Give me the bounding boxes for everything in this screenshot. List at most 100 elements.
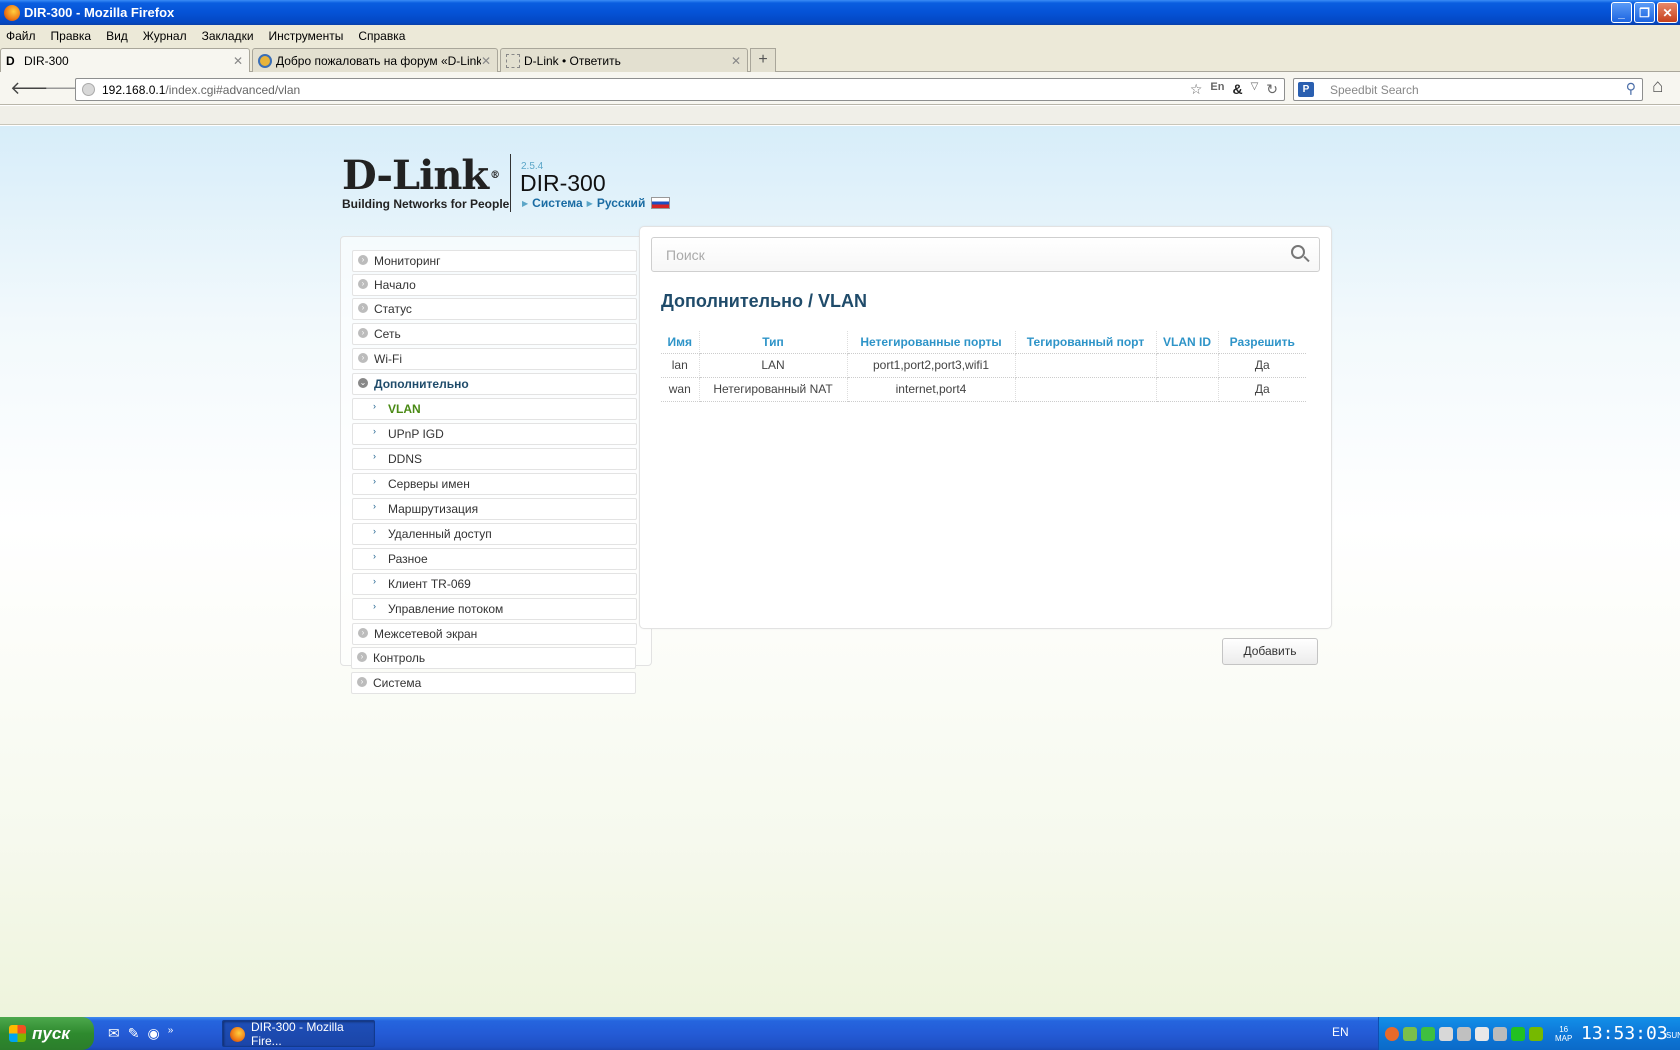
- sidebar-item-monitoring[interactable]: › Мониторинг: [352, 250, 637, 272]
- menu-edit[interactable]: Правка: [51, 29, 92, 43]
- sidebar-item-control[interactable]: › Контроль: [351, 647, 636, 669]
- ampersand-icon[interactable]: &: [1232, 81, 1242, 98]
- chevron-right-icon: ›: [373, 576, 376, 586]
- column-header-untagged-ports[interactable]: Нетегированные порты: [847, 331, 1016, 354]
- menu-help[interactable]: Справка: [358, 29, 405, 43]
- bookmark-star-icon[interactable]: ☆: [1190, 81, 1203, 98]
- url-bar[interactable]: 192.168.0.1/index.cgi#advanced/vlan ☆ En…: [75, 78, 1285, 101]
- tray-speaker-icon[interactable]: [1493, 1026, 1507, 1041]
- system-link[interactable]: Система: [532, 196, 583, 210]
- russian-flag-icon[interactable]: [651, 197, 671, 209]
- dropdown-icon[interactable]: ▽: [1251, 81, 1259, 98]
- sidebar-item-remote-access[interactable]: › Удаленный доступ: [352, 523, 637, 545]
- dlink-logo[interactable]: D-Link ® Building Networks for People: [342, 156, 510, 212]
- reload-icon[interactable]: ↻: [1266, 81, 1278, 98]
- maximize-button[interactable]: ❐: [1634, 2, 1655, 23]
- chevron-right-icon: ›: [357, 677, 367, 687]
- start-button[interactable]: пуск: [0, 1017, 94, 1050]
- sidebar-item-system[interactable]: › Система: [351, 672, 636, 694]
- sidebar-item-firewall[interactable]: › Межсетевой экран: [352, 623, 637, 645]
- column-header-type[interactable]: Тип: [699, 331, 848, 354]
- column-header-vlan-id[interactable]: VLAN ID: [1156, 331, 1219, 354]
- firefox-icon: [230, 1027, 245, 1042]
- sidebar-item-status[interactable]: › Статус: [352, 298, 637, 320]
- search-engine-icon[interactable]: P: [1298, 82, 1314, 97]
- clock[interactable]: 13:53:03: [1581, 1023, 1668, 1044]
- close-window-button[interactable]: ✕: [1657, 2, 1678, 23]
- chevron-down-icon: ⌄: [358, 378, 368, 388]
- site-identity-icon[interactable]: [82, 83, 95, 96]
- expand-chevron-icon[interactable]: »: [168, 1025, 174, 1042]
- sidebar-item-upnp-igd[interactable]: › UPnP IGD: [352, 423, 637, 445]
- search-input[interactable]: Поиск: [651, 237, 1320, 272]
- table-row[interactable]: lan LAN port1,port2,port3,wifi1 Да: [661, 353, 1306, 378]
- search-icon[interactable]: [1291, 245, 1305, 259]
- firefox-quicklaunch-icon[interactable]: ◉: [147, 1025, 159, 1042]
- sidebar-item-ddns[interactable]: › DDNS: [352, 448, 637, 470]
- dlink-favicon-icon: D: [6, 54, 15, 68]
- column-header-tagged-port[interactable]: Тегированный порт: [1015, 331, 1157, 354]
- sidebar-item-misc[interactable]: › Разное: [352, 548, 637, 570]
- sidebar-item-advanced[interactable]: ⌄ Дополнительно: [352, 373, 637, 395]
- column-header-name[interactable]: Имя: [661, 331, 700, 354]
- taskbar: пуск ✉ ✎ ◉ » DIR-300 - Mozilla Fire... E…: [0, 1017, 1680, 1050]
- close-tab-icon[interactable]: ✕: [481, 54, 491, 68]
- table-header-row: Имя Тип Нетегированные порты Тегированны…: [661, 331, 1306, 354]
- translate-icon[interactable]: En: [1210, 81, 1224, 98]
- tray-network-icon[interactable]: [1403, 1026, 1417, 1041]
- sidebar-item-flow-control[interactable]: › Управление потоком: [352, 598, 637, 620]
- tray-misc-icon[interactable]: [1457, 1026, 1471, 1041]
- menu-view[interactable]: Вид: [106, 29, 128, 43]
- column-header-enable[interactable]: Разрешить: [1218, 331, 1306, 354]
- sidebar-item-vlan[interactable]: › VLAN: [352, 398, 637, 420]
- sidebar-item-routing[interactable]: › Маршрутизация: [352, 498, 637, 520]
- logo-divider: [510, 154, 511, 212]
- add-button[interactable]: Добавить: [1222, 638, 1318, 665]
- mail-icon[interactable]: ✉: [108, 1025, 120, 1042]
- tray-shield-icon[interactable]: [1475, 1026, 1489, 1041]
- blank-page-icon: [506, 53, 520, 68]
- tab-dir300[interactable]: D DIR-300 ✕: [0, 48, 250, 73]
- sidebar-item-network[interactable]: › Сеть: [352, 323, 637, 345]
- taskbar-button-firefox[interactable]: DIR-300 - Mozilla Fire...: [222, 1020, 375, 1048]
- chevron-right-icon: ›: [358, 279, 368, 289]
- chevron-right-icon: ›: [358, 303, 368, 313]
- tray-status-icon[interactable]: [1511, 1026, 1525, 1041]
- sidebar-item-name-servers[interactable]: › Серверы имен: [352, 473, 637, 495]
- date-day: 16: [1559, 1025, 1569, 1034]
- tray-monitor-icon[interactable]: [1421, 1026, 1435, 1041]
- menu-bookmarks[interactable]: Закладки: [202, 29, 254, 43]
- language-link[interactable]: Русский: [597, 196, 646, 210]
- search-go-icon[interactable]: ⚲: [1626, 80, 1636, 97]
- registered-mark-icon: ®: [490, 170, 500, 181]
- close-tab-icon[interactable]: ✕: [233, 54, 243, 68]
- sidebar-item-wifi[interactable]: › Wi-Fi: [352, 348, 637, 370]
- menu-tools[interactable]: Инструменты: [269, 29, 344, 43]
- tray-volume-icon[interactable]: [1439, 1026, 1453, 1041]
- close-tab-icon[interactable]: ✕: [731, 54, 741, 68]
- tool-icon[interactable]: ✎: [128, 1025, 140, 1042]
- chevron-right-icon: ›: [373, 551, 376, 561]
- cell-tagged-port: [1015, 353, 1157, 378]
- language-indicator[interactable]: EN: [1332, 1025, 1349, 1039]
- sidebar-item-tr069-client[interactable]: › Клиент TR-069: [352, 573, 637, 595]
- tab-forum[interactable]: Добро пожаловать на форум «D-Link» ... ✕: [252, 48, 498, 72]
- home-icon[interactable]: ⌂: [1652, 76, 1663, 98]
- tab-reply[interactable]: D-Link • Ответить ✕: [500, 48, 748, 72]
- logo-tagline: Building Networks for People: [342, 197, 510, 211]
- minimize-button[interactable]: _: [1611, 2, 1632, 23]
- table-row[interactable]: wan Нетегированный NAT internet,port4 Да: [661, 377, 1306, 402]
- tray-app-icon[interactable]: [1385, 1026, 1399, 1041]
- quick-launch: ✉ ✎ ◉ »: [108, 1025, 173, 1042]
- triangle-icon: ▶: [586, 198, 593, 208]
- new-tab-button[interactable]: +: [750, 48, 776, 72]
- window-titlebar: DIR-300 - Mozilla Firefox _ ❐ ✕: [0, 0, 1680, 25]
- cell-name: wan: [661, 377, 700, 402]
- search-bar[interactable]: P Speedbit Search ⚲: [1293, 78, 1643, 101]
- tray-nvidia-icon[interactable]: [1529, 1026, 1543, 1041]
- cell-type: LAN: [699, 353, 848, 378]
- menu-file[interactable]: Файл: [6, 29, 36, 43]
- sidebar-item-start[interactable]: › Начало: [352, 274, 637, 296]
- tab-bar: D DIR-300 ✕ Добро пожаловать на форум «D…: [0, 46, 1680, 73]
- menu-history[interactable]: Журнал: [143, 29, 187, 43]
